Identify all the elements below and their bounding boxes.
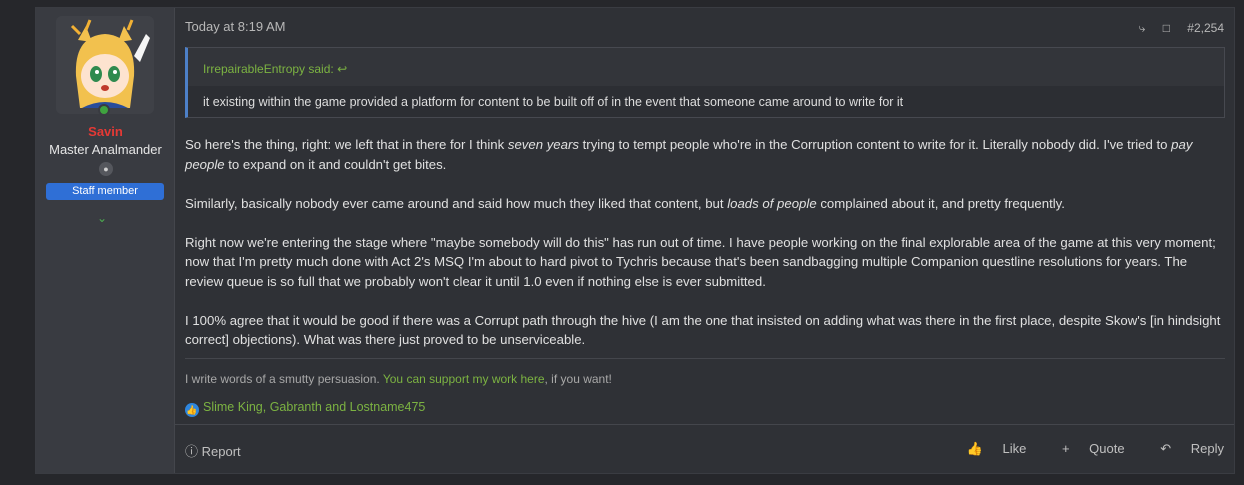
info-icon: ⓘ (185, 444, 199, 459)
reaction-users[interactable]: Slime King, Gabranth and Lostname475 (203, 400, 425, 414)
post-actions: 👍 Like + Quote ↶ Reply (935, 441, 1224, 457)
like-reaction-icon: 👍 (185, 403, 199, 417)
post-tools: ⤷ □ #2,254 (1125, 21, 1224, 36)
report-button[interactable]: ⓘ Report (185, 441, 241, 460)
post: Savin Master Analmander ● Staff member ⌄… (35, 7, 1235, 474)
user-icon: ● (99, 162, 113, 176)
share-icon[interactable]: ⤷ (1139, 21, 1146, 35)
plus-icon: + (1061, 441, 1070, 456)
reactions[interactable]: 👍 Slime King, Gabranth and Lostname475 (185, 400, 425, 417)
avatar-image (56, 16, 154, 114)
post-timestamp[interactable]: Today at 8:19 AM (185, 19, 285, 34)
user-title: Master Analmander (49, 142, 162, 157)
thumbs-up-icon: 👍 (966, 441, 983, 456)
user-sidebar: Savin Master Analmander ● Staff member ⌄ (36, 8, 175, 473)
chevron-down-icon[interactable]: ⌄ (97, 211, 107, 225)
signature: I write words of a smutty persuasion. Yo… (185, 372, 612, 386)
quote-author[interactable]: IrrepairableEntropy said: (203, 62, 334, 76)
username[interactable]: Savin (36, 124, 175, 139)
quote-block: IrrepairableEntropy said: ↩ it existing … (185, 47, 1225, 118)
quote-button[interactable]: + Quote (1046, 441, 1125, 456)
post-footer: ⓘ Report 👍 Like + Quote ↶ Reply (175, 424, 1234, 473)
paragraph: Similarly, basically nobody ever came ar… (185, 195, 1065, 211)
post-number[interactable]: #2,254 (1187, 21, 1224, 35)
signature-divider (185, 358, 1225, 359)
support-link[interactable]: You can support my work here (383, 372, 545, 386)
online-status-icon (98, 104, 110, 116)
paragraph: Right now we're entering the stage where… (185, 234, 1216, 289)
avatar[interactable] (56, 16, 154, 114)
goto-quote-icon[interactable]: ↩ (337, 62, 347, 76)
post-main: Today at 8:19 AM ⤷ □ #2,254 Irrepairable… (175, 8, 1234, 473)
quote-header[interactable]: IrrepairableEntropy said: ↩ (188, 48, 1224, 78)
bookmark-icon[interactable]: □ (1163, 21, 1170, 35)
reply-button[interactable]: ↶ Reply (1144, 441, 1224, 456)
staff-badge: Staff member (46, 183, 164, 200)
paragraph: I 100% agree that it would be good if th… (185, 312, 1221, 348)
reply-icon: ↶ (1160, 441, 1172, 456)
paragraph: So here's the thing, right: we left that… (185, 137, 1193, 172)
post-body: So here's the thing, right: we left that… (185, 135, 1225, 369)
like-button[interactable]: 👍 Like (951, 441, 1027, 456)
quote-text: it existing within the game provided a p… (188, 86, 1224, 117)
